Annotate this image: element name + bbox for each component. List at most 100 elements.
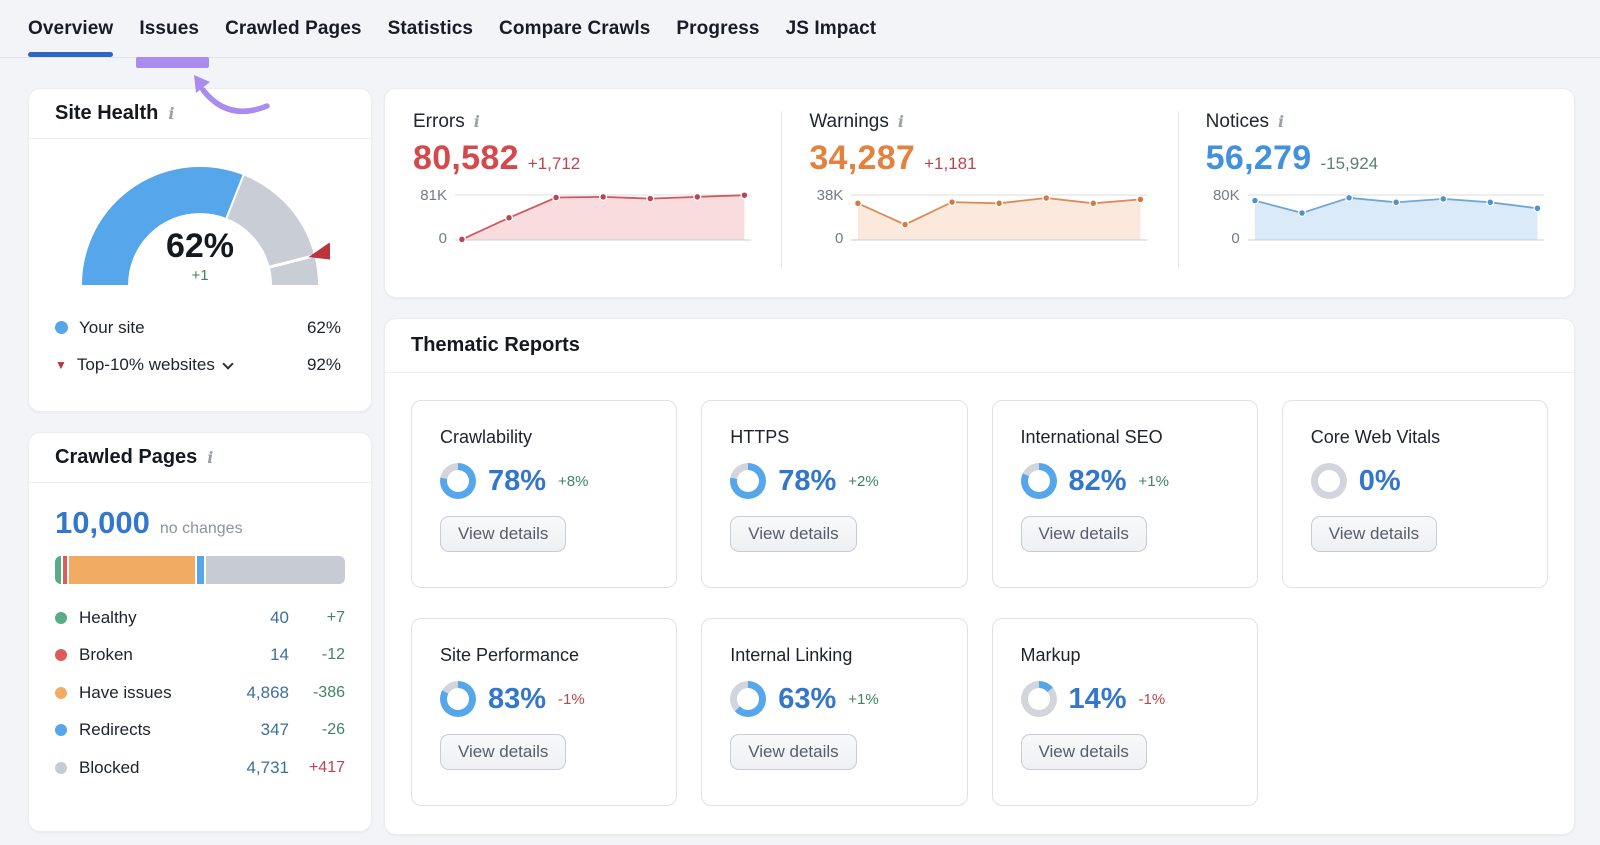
- international-seo-delta: +1%: [1138, 472, 1169, 490]
- tab-js-impact[interactable]: JS Impact: [786, 0, 877, 57]
- your-site-label: Your site: [79, 317, 145, 337]
- site-performance-delta: -1%: [558, 690, 585, 708]
- errors-title: Errors: [413, 111, 465, 132]
- chevron-down-icon[interactable]: [222, 357, 234, 370]
- internal-linking-delta: +1%: [848, 690, 879, 708]
- healthy-label: Healthy: [79, 607, 137, 627]
- info-icon[interactable]: i: [207, 449, 213, 466]
- info-icon[interactable]: i: [168, 105, 174, 122]
- tab-crawled-pages[interactable]: Crawled Pages: [225, 0, 361, 57]
- site-performance-score: 83%: [488, 682, 547, 715]
- have-issues-value[interactable]: 4,868: [215, 683, 289, 703]
- notices-value[interactable]: 56,279: [1206, 139, 1312, 178]
- markup-donut-icon: [1020, 681, 1057, 717]
- report-card-internal-linking: Internal Linking 63% +1% View details: [701, 618, 968, 806]
- bar-segment-have-issues[interactable]: [69, 556, 195, 584]
- site-performance-donut-icon: [440, 681, 476, 717]
- tab-overview[interactable]: Overview: [28, 0, 114, 57]
- tab-progress[interactable]: Progress: [676, 0, 759, 57]
- healthy-dot-icon: [55, 611, 67, 624]
- benchmark-label: Top-10% websites: [76, 354, 215, 374]
- legend-row-have-issues: Have issues 4,868 -386: [55, 674, 345, 712]
- thematic-reports-card: Thematic Reports Crawlability 78% +8% Vi…: [384, 318, 1575, 835]
- https-score: 78%: [778, 464, 837, 497]
- info-icon[interactable]: i: [898, 114, 904, 130]
- blocked-dot-icon: [55, 761, 67, 774]
- bar-segment-blocked[interactable]: [205, 556, 345, 584]
- markup-score: 14%: [1068, 682, 1127, 715]
- blocked-label: Blocked: [79, 757, 140, 777]
- legend-row-benchmark[interactable]: ▼ Top-10% websites 92%: [55, 346, 341, 383]
- crawled-pages-stacked-bar: [55, 556, 345, 584]
- crawlability-delta: +8%: [558, 472, 589, 490]
- markup-title: Markup: [1020, 645, 1081, 665]
- https-delta: +2%: [848, 472, 879, 490]
- errors-y-axis: 81K 0: [420, 187, 447, 247]
- crawled-pages-title: Crawled Pages: [55, 446, 198, 468]
- have-issues-label: Have issues: [79, 682, 172, 702]
- have-issues-delta: -386: [312, 683, 345, 701]
- report-card-core-web-vitals: Core Web Vitals 0% View details: [1281, 400, 1548, 588]
- core-web-vitals-score: 0%: [1358, 464, 1401, 497]
- report-card-international-seo: International SEO 82% +1% View details: [991, 400, 1258, 588]
- info-icon[interactable]: i: [474, 114, 480, 130]
- your-site-dot-icon: [55, 321, 68, 334]
- crawlability-score: 78%: [488, 464, 547, 497]
- thematic-reports-grid: Crawlability 78% +8% View details HTTPS …: [385, 373, 1574, 806]
- view-details-button[interactable]: View details: [1020, 516, 1147, 552]
- tab-compare-crawls[interactable]: Compare Crawls: [499, 0, 650, 57]
- warnings-metric: Warnings i 34,287 +1,181 38K 0: [781, 89, 1177, 297]
- report-card-https: HTTPS 78% +2% View details: [701, 400, 968, 588]
- crawled-pages-card: Crawled Pages i 10,000 no changes Health…: [28, 432, 372, 832]
- internal-linking-title: Internal Linking: [730, 645, 853, 665]
- notices-y-axis: 80K 0: [1212, 187, 1240, 247]
- site-performance-title: Site Performance: [440, 645, 580, 665]
- crawlability-donut-icon: [440, 463, 476, 499]
- view-details-button[interactable]: View details: [440, 734, 567, 770]
- healthy-value[interactable]: 40: [215, 608, 289, 628]
- view-details-button[interactable]: View details: [730, 516, 857, 552]
- tab-issues[interactable]: Issues: [136, 0, 209, 68]
- bar-segment-redirects[interactable]: [196, 556, 204, 584]
- your-site-value: 62%: [306, 317, 341, 337]
- broken-value[interactable]: 14: [215, 645, 289, 665]
- crawlability-title: Crawlability: [440, 427, 533, 447]
- redirects-value[interactable]: 347: [215, 720, 289, 740]
- issues-summary-card: Errors i 80,582 +1,712 81K 0 Warnings i …: [384, 88, 1575, 298]
- broken-dot-icon: [55, 649, 67, 662]
- international-seo-donut-icon: [1020, 463, 1057, 499]
- report-card-crawlability: Crawlability 78% +8% View details: [411, 400, 678, 588]
- blocked-value[interactable]: 4,731: [215, 758, 289, 778]
- errors-value[interactable]: 80,582: [413, 139, 519, 178]
- view-details-button[interactable]: View details: [1020, 734, 1147, 770]
- errors-sparkline: [455, 186, 752, 248]
- report-card-site-performance: Site Performance 83% -1% View details: [411, 618, 678, 806]
- info-icon[interactable]: i: [1278, 114, 1284, 130]
- errors-metric: Errors i 80,582 +1,712 81K 0: [385, 89, 781, 297]
- blocked-delta: +417: [308, 758, 345, 776]
- site-health-legend: Your site 62% ▼ Top-10% websites 92%: [55, 309, 341, 383]
- international-seo-title: International SEO: [1020, 427, 1163, 447]
- bar-segment-broken[interactable]: [62, 556, 68, 584]
- legend-row-blocked: Blocked 4,731 +417: [55, 749, 345, 787]
- crawled-pages-total[interactable]: 10,000: [55, 505, 150, 541]
- tab-statistics[interactable]: Statistics: [388, 0, 473, 57]
- view-details-button[interactable]: View details: [730, 734, 857, 770]
- warnings-y-axis: 38K 0: [816, 187, 844, 247]
- bar-segment-healthy[interactable]: [55, 556, 61, 584]
- crawled-pages-change-note: no changes: [159, 520, 243, 537]
- redirects-label: Redirects: [79, 720, 151, 740]
- notices-sparkline: [1247, 186, 1544, 248]
- internal-linking-donut-icon: [730, 681, 767, 717]
- thematic-reports-title: Thematic Reports: [411, 334, 580, 356]
- site-health-card: Site Health i 62% +1 Your site 62% ▼ Top…: [28, 88, 372, 412]
- site-health-title: Site Health: [55, 102, 159, 124]
- errors-delta: +1,712: [527, 154, 581, 173]
- redirects-dot-icon: [55, 724, 67, 737]
- legend-row-healthy: Healthy 40 +7: [55, 599, 345, 637]
- notices-delta: -15,924: [1320, 154, 1379, 173]
- view-details-button[interactable]: View details: [440, 516, 567, 552]
- view-details-button[interactable]: View details: [1310, 516, 1438, 552]
- broken-label: Broken: [79, 645, 133, 665]
- warnings-value[interactable]: 34,287: [809, 139, 915, 178]
